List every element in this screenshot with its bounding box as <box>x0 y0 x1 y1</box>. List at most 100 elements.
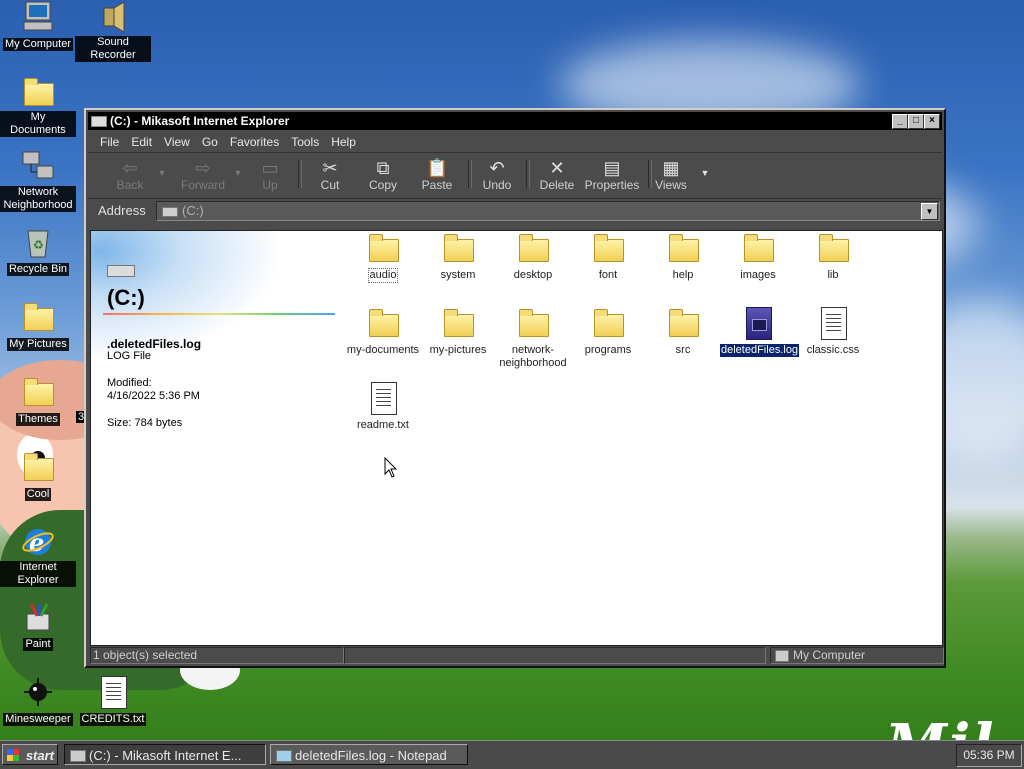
paint-icon <box>21 600 55 634</box>
themes-folder-icon <box>21 375 55 409</box>
folder-item[interactable]: src <box>645 306 721 357</box>
back-label: Back <box>116 178 144 192</box>
start-button[interactable]: start <box>2 744 58 765</box>
menu-help[interactable]: Help <box>325 132 362 152</box>
delete-button[interactable]: ✕ Delete <box>529 156 585 196</box>
file-item[interactable]: readme.txt <box>345 381 421 432</box>
address-value: (C:) <box>182 203 204 218</box>
desktop-icon-label: Minesweeper <box>3 713 73 726</box>
taskbar-button-label: (C:) - Mikasoft Internet E... <box>89 748 242 763</box>
copy-button[interactable]: ⧉ Copy <box>355 156 411 196</box>
undo-button[interactable]: ↶ Undo <box>469 156 525 196</box>
cut-button[interactable]: ✂ Cut <box>302 156 358 196</box>
menu-favorites[interactable]: Favorites <box>224 132 285 152</box>
menu-file[interactable]: File <box>94 132 125 152</box>
taskbar-button-notepad[interactable]: deletedFiles.log - Notepad <box>270 744 468 765</box>
back-button[interactable]: ⇦ Back <box>102 156 158 196</box>
desktop-icon-network-neighborhood[interactable]: Network Neighborhood <box>0 150 76 212</box>
desktop-icon-recycle-bin[interactable]: ♻ Recycle Bin <box>0 225 76 276</box>
status-bar: 1 object(s) selected My Computer <box>88 646 944 664</box>
folder-icon <box>816 231 850 265</box>
folder-icon <box>366 306 400 340</box>
info-pane: (C:) .deletedFiles.log LOG File Modified… <box>91 231 341 645</box>
log-file-icon <box>741 306 775 340</box>
file-label: help <box>672 269 694 281</box>
file-label: classic.css <box>806 344 860 356</box>
folder-item[interactable]: my-pictures <box>420 306 496 357</box>
cut-label: Cut <box>320 178 340 192</box>
folder-item[interactable]: system <box>420 231 496 282</box>
svg-text:e: e <box>29 528 44 557</box>
folder-item[interactable]: images <box>720 231 796 282</box>
folder-item[interactable]: my-documents <box>345 306 421 357</box>
forward-button[interactable]: ⇨ Forward <box>172 156 234 196</box>
text-file-icon <box>96 675 130 709</box>
selected-file-type: LOG File <box>107 350 152 362</box>
file-label: images <box>740 269 776 281</box>
address-dropdown-icon[interactable]: ▼ <box>921 203 938 220</box>
folder-content[interactable]: (C:) .deletedFiles.log LOG File Modified… <box>90 230 943 646</box>
taskbar-button-explorer[interactable]: (C:) - Mikasoft Internet E... <box>64 744 266 765</box>
text-file-icon <box>366 381 400 415</box>
desktop-icon-minesweeper[interactable]: Minesweeper <box>0 675 76 726</box>
maximize-button[interactable]: □ <box>908 114 924 129</box>
file-label: network-neighborhood <box>499 344 567 369</box>
status-zone-label: My Computer <box>793 648 866 662</box>
folder-item[interactable]: desktop <box>495 231 571 282</box>
address-field[interactable]: (C:) ▼ <box>156 201 940 221</box>
address-bar: Address (C:) ▼ <box>88 199 942 223</box>
paste-button[interactable]: 📋 Paste <box>409 156 465 196</box>
up-label: Up <box>262 178 278 192</box>
folder-item[interactable]: audio <box>345 231 421 283</box>
start-label: start <box>25 748 54 763</box>
delete-label: Delete <box>539 178 575 192</box>
properties-button[interactable]: ▤ Properties <box>580 156 644 196</box>
file-label: system <box>440 269 476 281</box>
desktop-icon-sound-recorder[interactable]: Sound Recorder <box>75 0 151 62</box>
desktop-icon-label: Paint <box>23 638 53 651</box>
desktop-icon-internet-explorer[interactable]: e Internet Explorer <box>0 525 76 587</box>
desktop-icon-credits[interactable]: CREDITS.txt <box>75 675 151 726</box>
menu-go[interactable]: Go <box>196 132 224 152</box>
taskbar-clock[interactable]: 05:36 PM <box>956 744 1022 767</box>
folder-item[interactable]: network-neighborhood <box>495 306 571 370</box>
desktop-icon-paint[interactable]: Paint <box>0 600 76 651</box>
folder-icon <box>591 306 625 340</box>
folder-item[interactable]: lib <box>795 231 871 282</box>
up-folder-icon: ▭ <box>261 158 279 178</box>
sound-recorder-icon <box>96 0 130 34</box>
file-item[interactable]: classic.css <box>795 306 871 357</box>
forward-arrow-icon: ⇨ <box>195 158 211 178</box>
file-label: desktop <box>513 269 553 281</box>
menu-view[interactable]: View <box>158 132 196 152</box>
svg-text:♻: ♻ <box>33 238 44 252</box>
minesweeper-icon <box>21 675 55 709</box>
desktop-icon-my-documents[interactable]: My Documents <box>0 75 76 137</box>
folder-item[interactable]: help <box>645 231 721 282</box>
close-button[interactable]: × <box>924 114 940 129</box>
folder-icon <box>741 231 775 265</box>
scissors-icon: ✂ <box>322 158 338 178</box>
properties-icon: ▤ <box>603 158 621 178</box>
desktop-icon-themes[interactable]: Themes <box>0 375 76 426</box>
file-item-selected[interactable]: deletedFiles.log <box>718 306 801 358</box>
folder-item[interactable]: font <box>570 231 646 282</box>
desktop-icon-my-computer[interactable]: My Computer <box>0 0 76 51</box>
copy-icon: ⧉ <box>376 158 390 178</box>
menu-tools[interactable]: Tools <box>285 132 325 152</box>
folder-icon <box>666 231 700 265</box>
back-arrow-icon: ⇦ <box>122 158 138 178</box>
up-button[interactable]: ▭ Up <box>242 156 298 196</box>
minimize-button[interactable]: _ <box>892 114 908 129</box>
window-titlebar[interactable]: (C:) - Mikasoft Internet Explorer _ □ × <box>88 112 942 130</box>
desktop-icon-label: Themes <box>16 413 60 426</box>
menu-edit[interactable]: Edit <box>125 132 158 152</box>
desktop-icon-label: Network Neighborhood <box>0 186 76 212</box>
folder-item[interactable]: programs <box>570 306 646 357</box>
text-file-icon <box>816 306 850 340</box>
desktop-icon-cool[interactable]: Cool <box>0 450 76 501</box>
drive-icon <box>91 116 107 127</box>
views-button[interactable]: ▦ Views <box>643 156 699 196</box>
folder-icon <box>441 231 475 265</box>
desktop-icon-my-pictures[interactable]: My Pictures <box>0 300 76 351</box>
